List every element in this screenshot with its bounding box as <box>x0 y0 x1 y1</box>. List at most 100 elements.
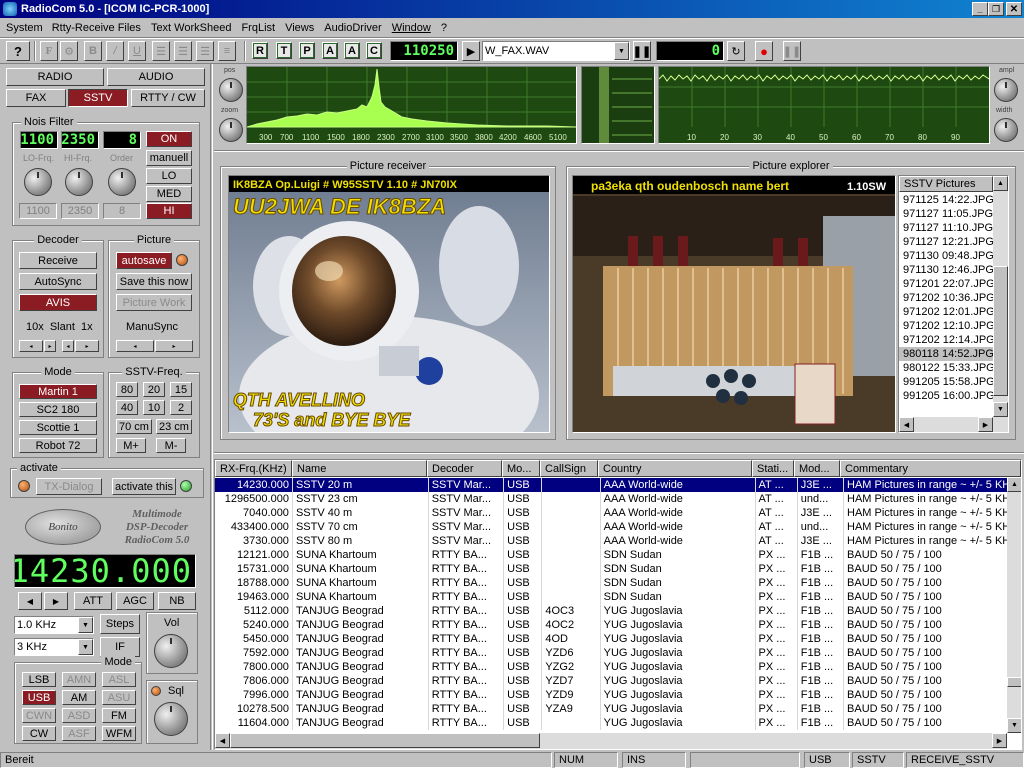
symbol-button[interactable]: ⚙ <box>60 41 78 61</box>
zoom-knob[interactable] <box>219 118 243 142</box>
received-picture[interactable]: IK8BZA Op.Luigi # W95SSTV 1.10 # JN70IX … <box>228 175 550 433</box>
file-list-item[interactable]: 971202 12:10.JPG <box>899 319 995 333</box>
band-15-button[interactable]: 15 <box>170 382 192 397</box>
col-country[interactable]: Country <box>598 460 752 477</box>
chevron-down-icon[interactable]: ▼ <box>78 617 93 633</box>
table-row[interactable]: 5112.000 TANJUG Beograd RTTY BA... USB 4OC3 Y… <box>215 604 1007 618</box>
table-row[interactable]: 5450.000 TANJUG Beograd RTTY BA... USB 4OD YU… <box>215 632 1007 646</box>
filter-hi-button[interactable]: HI <box>146 203 192 219</box>
frequency-table[interactable]: RX-Frq.(KHz) Name Decoder Mo... CallSign… <box>214 459 1022 750</box>
bold-button[interactable]: B <box>84 41 102 61</box>
band-10-button[interactable]: 10 <box>143 400 165 415</box>
file-list-item[interactable]: 971202 10:36.JPG <box>899 291 995 305</box>
sstv-pictures-header[interactable]: SSTV Pictures <box>899 176 993 192</box>
mode-usb-button[interactable]: USB <box>22 690 56 705</box>
table-row[interactable]: 5240.000 TANJUG Beograd RTTY BA... USB 4OC2 Y… <box>215 618 1007 632</box>
memory-minus-button[interactable]: M- <box>156 438 186 453</box>
col-commentary[interactable]: Commentary <box>840 460 1021 477</box>
col-decoder[interactable]: Decoder <box>427 460 502 477</box>
file-list-item[interactable]: 971130 09:48.JPG <box>899 249 994 263</box>
chevron-down-icon[interactable]: ▼ <box>614 42 629 60</box>
file-list-item[interactable]: 971202 12:14.JPG <box>899 333 995 347</box>
tool-a-button[interactable]: A <box>322 42 338 59</box>
filter-on-button[interactable]: ON <box>146 131 192 147</box>
record-button[interactable]: ● <box>755 41 773 61</box>
volume-knob[interactable] <box>154 634 188 668</box>
tab-audio[interactable]: AUDIO <box>107 68 205 86</box>
italic-button[interactable]: / <box>106 41 124 61</box>
table-scroll-thumb[interactable] <box>1007 677 1021 687</box>
tab-sstv[interactable]: SSTV <box>68 89 128 107</box>
table-row[interactable]: 7800.000 TANJUG Beograd RTTY BA... USB YZG2 Y… <box>215 660 1007 674</box>
band-40-button[interactable]: 40 <box>116 400 138 415</box>
scroll-right-button[interactable]: ▶ <box>978 417 993 432</box>
chevron-down-icon[interactable]: ▼ <box>78 639 93 655</box>
band-70cm-button[interactable]: 70 cm <box>116 419 152 434</box>
file-list-item[interactable]: 971125 14:22.JPG <box>899 193 994 207</box>
manusync-left-button[interactable]: ◂ <box>116 340 154 352</box>
tool-c-button[interactable]: C <box>366 42 382 59</box>
filter-med-button[interactable]: MED <box>146 186 192 202</box>
bandwidth-select[interactable]: 3 KHz ▼ <box>14 638 94 656</box>
steps-button[interactable]: Steps <box>100 614 140 634</box>
mode-asd-button[interactable]: ASD <box>62 708 96 723</box>
table-row[interactable]: 7592.000 TANJUG Beograd RTTY BA... USB YZD6 Y… <box>215 646 1007 660</box>
tool-p-button[interactable]: P <box>299 42 315 59</box>
table-row[interactable]: 18788.000 SUNA Khartoum RTTY BA... USB SDN S… <box>215 576 1007 590</box>
if-button[interactable]: IF <box>100 637 140 657</box>
table-scroll-right-button[interactable]: ▶ <box>992 733 1007 748</box>
table-row[interactable]: 3730.000 SSTV 80 m SSTV Mar... USB AAA World… <box>215 534 1007 548</box>
file-list-item[interactable]: 980122 15:33.JPG <box>899 361 995 375</box>
scroll-left-button[interactable]: ◀ <box>899 417 914 432</box>
manusync-right-button[interactable]: ▸ <box>155 340 193 352</box>
file-list-item[interactable]: 971127 11:10.JPG <box>899 221 993 235</box>
save-this-now-button[interactable]: Save this now <box>116 273 192 290</box>
table-row[interactable]: 7040.000 SSTV 40 m SSTV Mar... USB AAA World… <box>215 506 1007 520</box>
col-rx-frq[interactable]: RX-Frq.(KHz) <box>215 460 292 477</box>
table-scroll-up-button[interactable]: ▲ <box>1007 477 1021 492</box>
avis-button[interactable]: AVIS <box>19 294 97 311</box>
minimize-button[interactable]: _ <box>972 2 988 16</box>
waterfall-display[interactable] <box>581 66 655 144</box>
table-hscrollbar[interactable]: ◀ ▶ <box>215 733 1007 749</box>
tune-down-button[interactable]: ◀ <box>18 592 42 610</box>
menu-text-worksheet[interactable]: Text WorkSheed <box>151 22 232 34</box>
table-scroll-down-button[interactable]: ▼ <box>1007 718 1021 733</box>
filter-manuell-button[interactable]: manuell <box>146 150 192 166</box>
table-row[interactable]: 12121.000 SUNA Khartoum RTTY BA... USB SDN S… <box>215 548 1007 562</box>
table-scroll-left-button[interactable]: ◀ <box>215 733 230 748</box>
wav-file-select[interactable]: W_FAX.WAV ▼ <box>482 41 630 61</box>
col-station[interactable]: Stati... <box>752 460 794 477</box>
nb-button[interactable]: NB <box>158 592 196 610</box>
table-vscrollbar[interactable]: ▲ ▼ <box>1007 477 1021 733</box>
squelch-knob[interactable] <box>154 702 188 736</box>
file-list-item[interactable]: 971201 22:07.JPG <box>899 277 995 291</box>
width-knob[interactable] <box>994 118 1018 142</box>
lo-frq-value[interactable]: 1100 <box>19 203 57 219</box>
mode-asf-button[interactable]: ASF <box>62 726 96 741</box>
mode-asl-button[interactable]: ASL <box>102 672 136 687</box>
order-value[interactable]: 8 <box>103 203 141 219</box>
align-right-button[interactable]: ☰ <box>196 41 214 61</box>
tune-up-button[interactable]: ▶ <box>44 592 68 610</box>
file-list-item[interactable]: 971127 12:21.JPG <box>899 235 994 249</box>
mode-cwn-button[interactable]: CWN <box>22 708 56 723</box>
table-row[interactable]: 11604.000 TANJUG Beograd RTTY BA... USB YUG … <box>215 716 1007 730</box>
table-row[interactable]: 7806.000 TANJUG Beograd RTTY BA... USB YZD7 Y… <box>215 674 1007 688</box>
file-list-item[interactable]: 971202 12:01.JPG <box>899 305 995 319</box>
slant-left-button[interactable]: ◂ <box>19 340 43 352</box>
mode-lsb-button[interactable]: LSB <box>22 672 56 687</box>
mode-cw-button[interactable]: CW <box>22 726 56 741</box>
file-list-item[interactable]: 980118 14:52.JPG <box>899 347 994 361</box>
activate-this-button[interactable]: activate this <box>112 478 176 495</box>
align-center-button[interactable]: ☰ <box>174 41 192 61</box>
pause-button[interactable]: ❚❚ <box>633 41 651 61</box>
align-left-button[interactable]: ☰ <box>152 41 170 61</box>
band-23cm-button[interactable]: 23 cm <box>156 419 192 434</box>
oscilloscope-display[interactable]: 10 20 30 40 50 60 70 80 90 <box>658 66 990 144</box>
tool-t-button[interactable]: T <box>276 42 292 59</box>
play-button[interactable]: ▶ <box>462 41 480 61</box>
filter-lo-button[interactable]: LO <box>146 168 192 184</box>
autosave-button[interactable]: autosave <box>116 252 172 269</box>
table-row[interactable]: 433400.000 SSTV 70 cm SSTV Mar... USB AAA Wo… <box>215 520 1007 534</box>
